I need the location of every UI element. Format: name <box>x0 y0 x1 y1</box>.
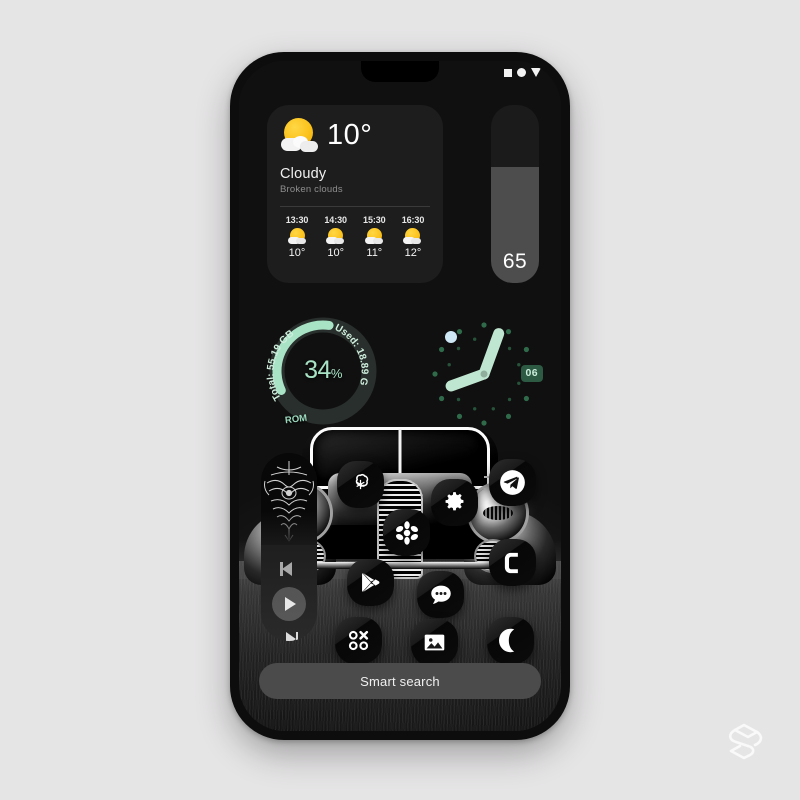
phone-icon <box>504 552 518 573</box>
phone-frame: 10° Cloudy Broken clouds 13:30 10° 14:30… <box>230 52 570 740</box>
brand-watermark <box>722 720 766 764</box>
app-icon-games[interactable] <box>335 617 382 664</box>
app-icon-settings[interactable] <box>431 479 478 526</box>
game-circles-icon <box>348 630 369 651</box>
app-icon-gallery[interactable] <box>411 619 458 666</box>
flower-icon <box>395 520 418 545</box>
display-notch <box>361 61 439 82</box>
chat-bubble-icon <box>430 585 451 604</box>
circle-indicator-icon <box>517 68 526 77</box>
play-store-icon <box>362 573 380 592</box>
triangle-indicator-icon <box>531 68 541 77</box>
smart-search-bar[interactable]: Smart search <box>259 663 541 699</box>
gear-icon <box>445 492 464 511</box>
status-bar <box>504 68 541 77</box>
app-icon-grid <box>239 61 561 731</box>
image-icon <box>424 634 445 651</box>
app-icon-opera[interactable] <box>487 617 534 664</box>
app-icon-playstore[interactable] <box>347 559 394 606</box>
layered-s-logo-icon <box>728 723 763 760</box>
opera-icon <box>499 628 515 653</box>
app-icon-chatgpt[interactable] <box>337 461 384 508</box>
smart-search-label: Smart search <box>360 673 440 689</box>
app-icon-messages[interactable] <box>417 571 464 618</box>
square-indicator-icon <box>504 68 512 77</box>
app-icon-photos[interactable] <box>383 509 430 556</box>
app-icon-telegram[interactable] <box>489 459 536 506</box>
phone-screen: 10° Cloudy Broken clouds 13:30 10° 14:30… <box>239 61 561 731</box>
telegram-icon <box>500 470 525 495</box>
chatgpt-icon <box>355 473 369 490</box>
app-icon-phone[interactable] <box>489 539 536 586</box>
